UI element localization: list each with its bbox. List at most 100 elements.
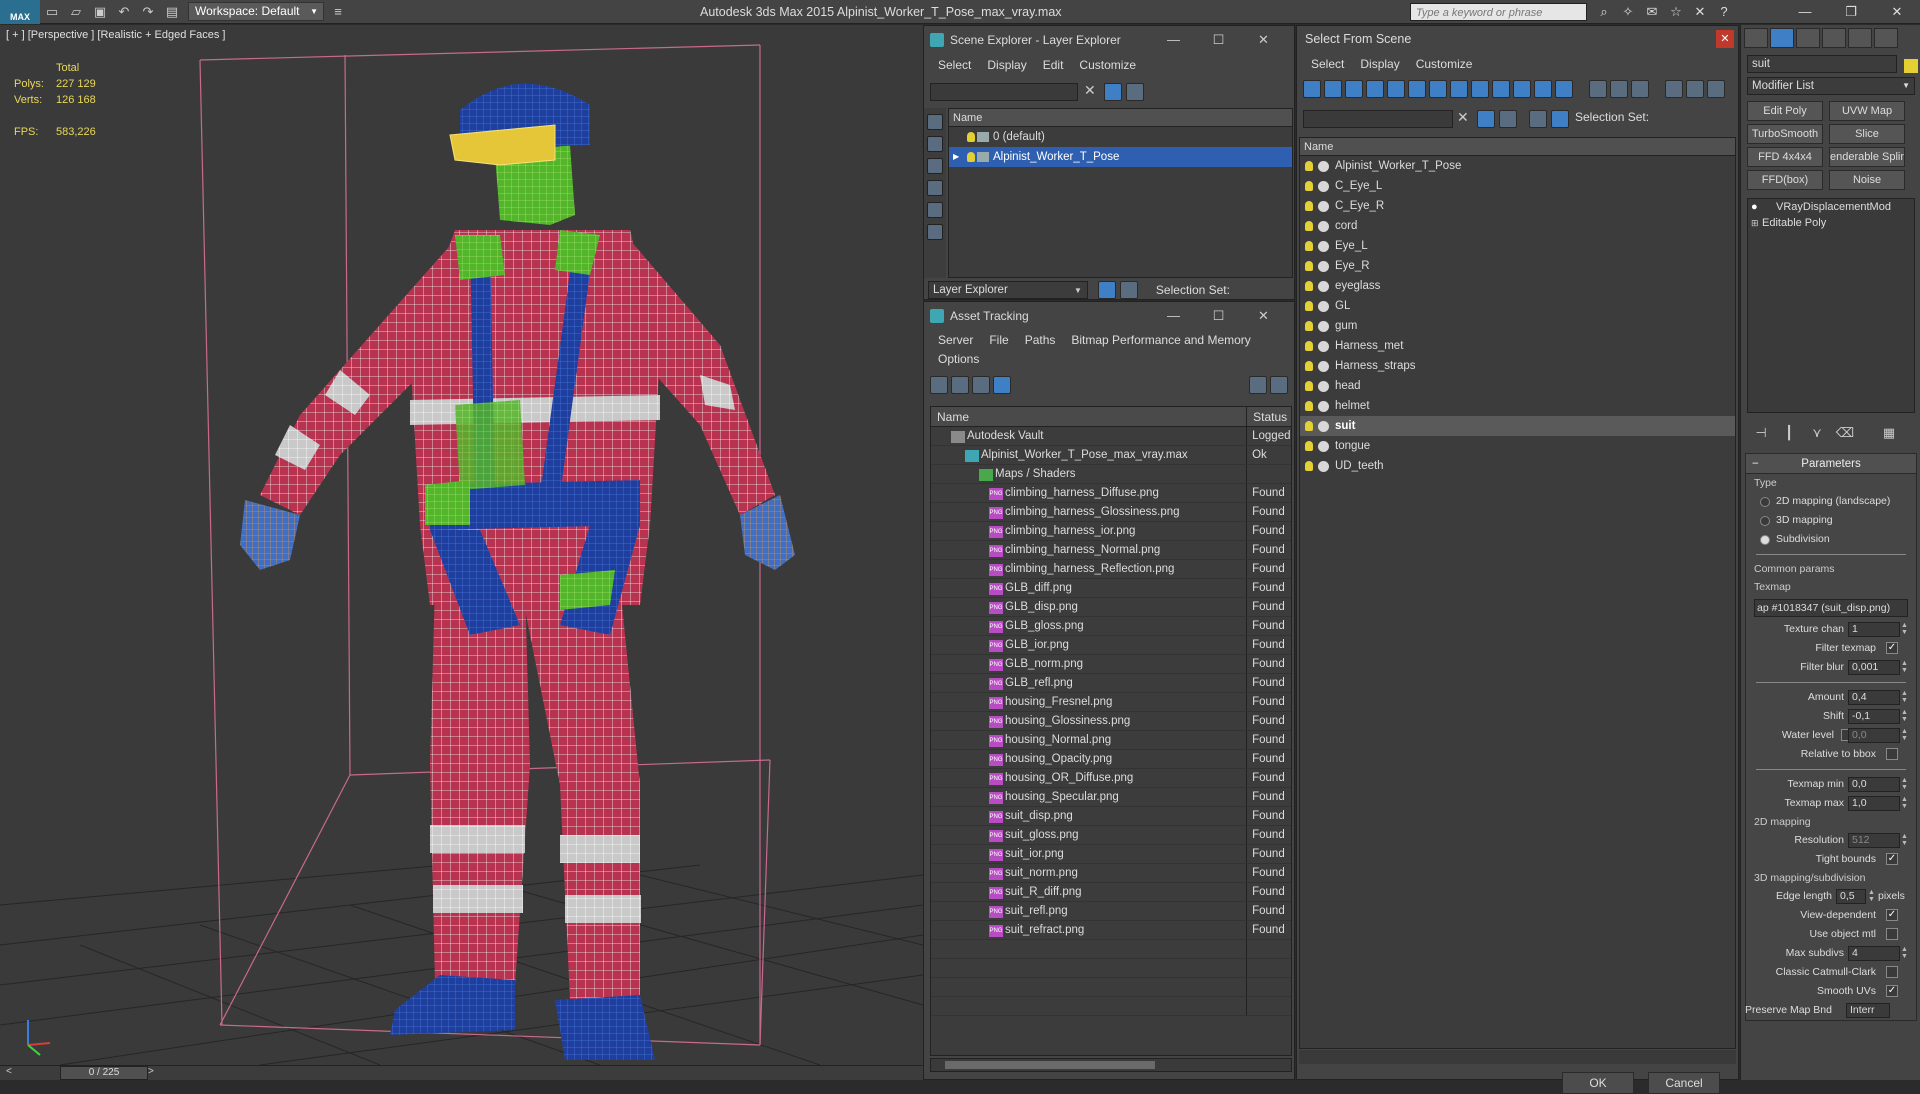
lightbulb-icon[interactable]: [1305, 461, 1313, 471]
help-icon[interactable]: [1249, 376, 1267, 394]
type-subdivision-radio[interactable]: Subdivision: [1746, 530, 1916, 549]
smooth-uvs-checkbox[interactable]: ✓: [1886, 985, 1898, 997]
options-icon[interactable]: [1707, 80, 1725, 98]
texmap-button[interactable]: ap #1018347 (suit_disp.png): [1754, 599, 1908, 617]
open-folder-icon[interactable]: ▱: [66, 3, 86, 21]
menu-customize[interactable]: Customize: [1408, 52, 1481, 76]
hierarchy-icon[interactable]: [1119, 281, 1138, 299]
filter-groups-icon[interactable]: [1429, 80, 1447, 98]
menu-bitmap-performance[interactable]: Bitmap Performance and Memory: [1063, 330, 1258, 350]
menu-select[interactable]: Select: [1303, 52, 1352, 76]
minimize-icon[interactable]: —: [1151, 26, 1196, 54]
select-from-scene-titlebar[interactable]: Select From Scene ✕: [1297, 26, 1738, 52]
shift-spinner[interactable]: -0,1: [1848, 709, 1900, 724]
object-row[interactable]: Alpinist_Worker_T_Pose: [1300, 156, 1735, 176]
hierarchy-toggle-icon[interactable]: [1551, 110, 1569, 128]
layers-toggle-icon[interactable]: [1529, 110, 1547, 128]
make-unique-icon[interactable]: ⋎: [1807, 423, 1827, 443]
create-tab-icon[interactable]: [1744, 28, 1768, 48]
filter-spacewarps-icon[interactable]: [1408, 80, 1426, 98]
scene-explorer-titlebar[interactable]: Scene Explorer - Layer Explorer — ☐ ✕: [924, 26, 1294, 54]
display-cameras-icon[interactable]: [927, 180, 943, 196]
expand-plus-icon[interactable]: ⊞: [1751, 215, 1759, 231]
menu-display[interactable]: Display: [979, 54, 1034, 76]
asset-row[interactable]: PNG suit_disp.png Found: [931, 807, 1291, 826]
table-view-icon[interactable]: [993, 376, 1011, 394]
layer-visibility-bulb-icon[interactable]: [967, 152, 975, 162]
asset-row[interactable]: PNG suit_ior.png Found: [931, 845, 1291, 864]
spinner-arrows-icon[interactable]: ▲ ▼: [1901, 946, 1908, 960]
spinner-arrows-icon[interactable]: ▲ ▼: [1901, 728, 1908, 742]
filter-lights-icon[interactable]: [1345, 80, 1363, 98]
object-row[interactable]: Harness_met: [1300, 336, 1735, 356]
scene-explorer-filter-input[interactable]: [930, 83, 1078, 101]
utilities-tab-icon[interactable]: [1874, 28, 1898, 48]
relative-to-bbox-checkbox[interactable]: [1886, 748, 1898, 760]
clear-filter-icon[interactable]: ✕: [1084, 82, 1096, 99]
asset-row[interactable]: PNG suit_R_diff.png Found: [931, 883, 1291, 902]
menu-display[interactable]: Display: [1352, 52, 1407, 76]
filter-shapes-icon[interactable]: [1324, 80, 1342, 98]
asset-row[interactable]: PNG suit_refract.png Found: [931, 921, 1291, 940]
lightbulb-icon[interactable]: [1305, 381, 1313, 391]
modify-tab-icon[interactable]: [1770, 28, 1794, 48]
display-helpers-icon[interactable]: [927, 202, 943, 218]
viewport-scene[interactable]: [0, 25, 923, 1065]
object-name-field[interactable]: suit: [1747, 55, 1897, 73]
asset-row[interactable]: PNG climbing_harness_Normal.png Found: [931, 541, 1291, 560]
object-list-hscrollbar[interactable]: [1299, 1050, 1736, 1064]
layer-row-default[interactable]: 0 (default): [949, 127, 1292, 147]
filter-blur-spinner[interactable]: 0,001: [1848, 660, 1900, 675]
asset-row[interactable]: PNG climbing_harness_Reflection.png Found: [931, 560, 1291, 579]
spinner-arrows-icon[interactable]: ▲ ▼: [1901, 690, 1908, 704]
asset-row[interactable]: Maps / Shaders: [931, 465, 1291, 484]
asset-row[interactable]: PNG GLB_ior.png Found: [931, 636, 1291, 655]
asset-row[interactable]: PNG housing_Opacity.png Found: [931, 750, 1291, 769]
minimize-icon[interactable]: —: [1782, 0, 1828, 24]
select-invert-icon[interactable]: [1631, 80, 1649, 98]
layer-row-alpinist[interactable]: ▶ Alpinist_Worker_T_Pose: [949, 147, 1292, 167]
preserve-map-bnd-dropdown[interactable]: Interr: [1846, 1003, 1890, 1018]
select-none-icon[interactable]: [1610, 80, 1628, 98]
scrollbar-thumb[interactable]: [945, 1061, 1155, 1069]
close-icon[interactable]: ✕: [1874, 0, 1920, 24]
filter-containers-icon[interactable]: [1492, 80, 1510, 98]
object-row[interactable]: cord: [1300, 216, 1735, 236]
lightbulb-icon[interactable]: [1305, 201, 1313, 211]
modifier-list-dropdown[interactable]: Modifier List ▼: [1747, 77, 1915, 95]
display-geometry-icon[interactable]: [927, 114, 943, 130]
asset-row[interactable]: PNG GLB_norm.png Found: [931, 655, 1291, 674]
maximize-icon[interactable]: ☐: [1196, 26, 1241, 54]
filter-xrefs-icon[interactable]: [1450, 80, 1468, 98]
close-icon[interactable]: ✕: [1241, 26, 1286, 54]
asset-row[interactable]: PNG housing_Glossiness.png Found: [931, 712, 1291, 731]
time-slider[interactable]: < 0 / 225 >: [0, 1065, 923, 1080]
lightbulb-icon[interactable]: [1305, 321, 1313, 331]
object-row[interactable]: suit: [1300, 416, 1735, 436]
filter-frozen-icon[interactable]: [1513, 80, 1531, 98]
amount-spinner[interactable]: 0,4: [1848, 690, 1900, 705]
spinner-arrows-icon[interactable]: ▲ ▼: [1901, 709, 1908, 723]
turbosmooth-button[interactable]: TurboSmooth: [1747, 124, 1823, 144]
asset-row[interactable]: PNG suit_norm.png Found: [931, 864, 1291, 883]
lightbulb-icon[interactable]: [1305, 281, 1313, 291]
list-view-icon[interactable]: [951, 376, 969, 394]
motion-tab-icon[interactable]: [1822, 28, 1846, 48]
object-row[interactable]: UD_teeth: [1300, 456, 1735, 476]
ffd-box-button[interactable]: FFD(box): [1747, 170, 1823, 190]
configure-sets-icon[interactable]: ▦: [1879, 423, 1899, 443]
project-folder-icon[interactable]: ▤: [162, 3, 182, 21]
asset-table-hscrollbar[interactable]: [930, 1058, 1292, 1072]
asset-row[interactable]: PNG climbing_harness_ior.png Found: [931, 522, 1291, 541]
renderable-spline-button[interactable]: enderable Splin: [1829, 147, 1905, 167]
object-row[interactable]: Eye_R: [1300, 256, 1735, 276]
app-logo[interactable]: MAX: [0, 0, 40, 24]
refresh-icon[interactable]: [930, 376, 948, 394]
layer-explorer-toggle-icon[interactable]: [1097, 281, 1116, 299]
layer-icon[interactable]: [1499, 110, 1517, 128]
lightbulb-icon[interactable]: [1305, 221, 1313, 231]
remove-modifier-icon[interactable]: ⌫: [1835, 423, 1855, 443]
spinner-arrows-icon[interactable]: ▲ ▼: [1901, 833, 1908, 847]
timeline-next-button[interactable]: >: [148, 1066, 154, 1077]
noise-button[interactable]: Noise: [1829, 170, 1905, 190]
